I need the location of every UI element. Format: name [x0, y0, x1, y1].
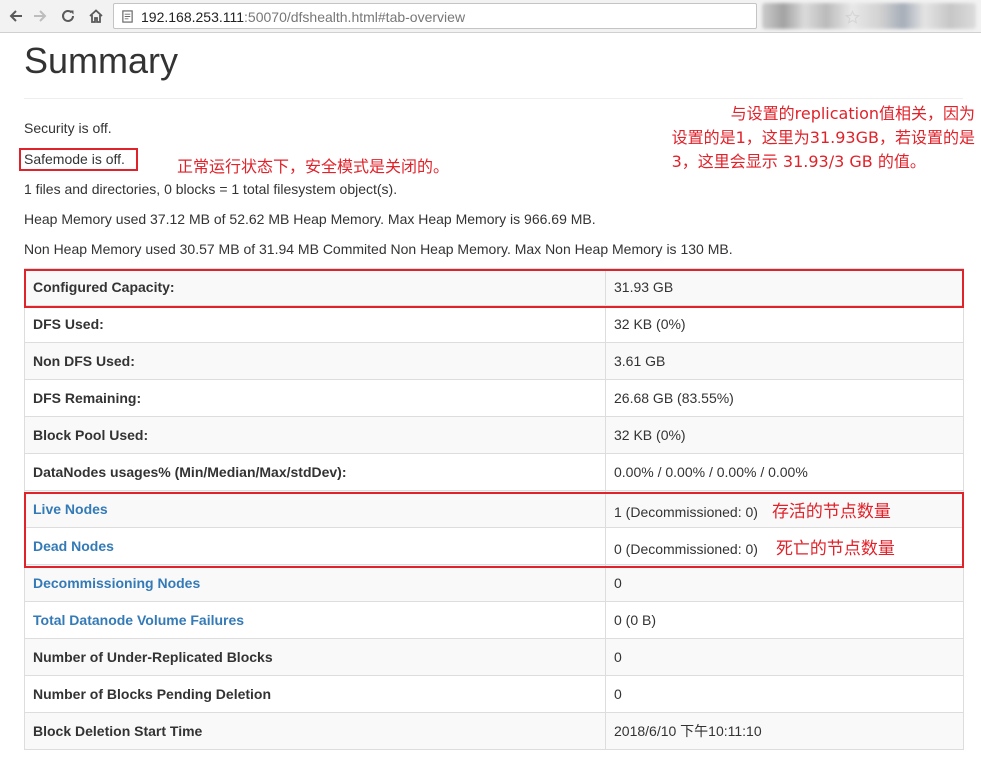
datanodes-usages-value: 0.00% / 0.00% / 0.00% / 0.00%: [605, 453, 964, 491]
table-row: Total Datanode Volume Failures 0 (0 B): [24, 601, 964, 639]
table-row: DataNodes usages% (Min/Median/Max/stdDev…: [24, 453, 964, 491]
dead-nodes-count: 0 (Decommissioned: 0): [614, 540, 758, 557]
table-row: Number of Under-Replicated Blocks 0: [24, 638, 964, 676]
capacity-annotation: 与设置的replication值相关，因为 设置的是1，这里为31.93GB，若…: [672, 102, 975, 174]
volume-failures-cell: Total Datanode Volume Failures: [24, 601, 606, 639]
back-arrow-icon: [9, 10, 22, 22]
capacity-annotation-line-3: 3，这里会显示 31.93/3 GB 的值。: [671, 152, 926, 171]
safemode-highlight-box: [19, 148, 138, 171]
summary-table: Configured Capacity: 31.93 GB DFS Used: …: [24, 268, 964, 750]
volume-failures-link[interactable]: Total Datanode Volume Failures: [33, 612, 244, 628]
table-row: Live Nodes 1 (Decommissioned: 0) 存活的节点数量: [24, 490, 964, 528]
url-text: 192.168.253.111:50070/dfshealth.html#tab…: [141, 9, 465, 25]
pending-deletion-blocks-value: 0: [605, 675, 964, 713]
forward-button[interactable]: [28, 3, 52, 29]
table-row: DFS Used: 32 KB (0%): [24, 305, 964, 343]
live-nodes-annotation: 存活的节点数量: [771, 501, 891, 522]
block-pool-used-value: 32 KB (0%): [605, 416, 964, 454]
table-row: DFS Remaining: 26.68 GB (83.55%): [24, 379, 964, 417]
live-nodes-count: 1 (Decommissioned: 0): [614, 503, 758, 520]
configured-capacity-label: Configured Capacity:: [24, 268, 606, 306]
decommissioning-nodes-cell: Decommissioning Nodes: [24, 564, 606, 602]
dead-nodes-link[interactable]: Dead Nodes: [33, 538, 114, 554]
table-row: Block Deletion Start Time 2018/6/10 下午10…: [24, 712, 964, 750]
volume-failures-value: 0 (0 B): [605, 601, 964, 639]
url-host: 192.168.253.111: [141, 9, 245, 25]
live-nodes-cell: Live Nodes: [24, 490, 606, 528]
dead-nodes-cell: Dead Nodes: [24, 527, 606, 565]
heap-memory: Heap Memory used 37.12 MB of 52.62 MB He…: [24, 211, 596, 227]
table-row: Configured Capacity: 31.93 GB: [24, 268, 964, 306]
dfs-remaining-label: DFS Remaining:: [24, 379, 606, 417]
decommissioning-nodes-link[interactable]: Decommissioning Nodes: [33, 575, 200, 591]
dfs-used-label: DFS Used:: [24, 305, 606, 343]
capacity-annotation-line-2: 设置的是1，这里为31.93GB，若设置的是: [671, 128, 975, 147]
capacity-annotation-line-1: 与设置的replication值相关，因为: [730, 104, 975, 123]
under-replicated-blocks-value: 0: [605, 638, 964, 676]
block-deletion-start-time-value: 2018/6/10 下午10:11:10: [605, 712, 964, 750]
non-dfs-used-value: 3.61 GB: [605, 342, 964, 380]
table-row: Number of Blocks Pending Deletion 0: [24, 675, 964, 713]
configured-capacity-value: 31.93 GB: [605, 268, 964, 306]
home-icon: [89, 9, 103, 23]
forward-arrow-icon: [34, 10, 47, 22]
page-info-icon: [122, 10, 133, 23]
back-button[interactable]: [4, 3, 28, 29]
safemode-annotation: 正常运行状态下，安全模式是关闭的。: [177, 157, 450, 176]
home-button[interactable]: [84, 3, 108, 29]
address-bar[interactable]: 192.168.253.111:50070/dfshealth.html#tab…: [113, 3, 860, 29]
table-row: Block Pool Used: 32 KB (0%): [24, 416, 964, 454]
table-row: Non DFS Used: 3.61 GB: [24, 342, 964, 380]
table-row: Decommissioning Nodes 0: [24, 564, 964, 602]
block-pool-used-label: Block Pool Used:: [24, 416, 606, 454]
non-dfs-used-label: Non DFS Used:: [24, 342, 606, 380]
under-replicated-blocks-label: Number of Under-Replicated Blocks: [24, 638, 606, 676]
decommissioning-nodes-value: 0: [605, 564, 964, 602]
url-path: :50070/dfshealth.html#tab-overview: [244, 9, 466, 25]
filesystem-objects: 1 files and directories, 0 blocks = 1 to…: [24, 181, 398, 197]
blurred-extensions-area: [762, 3, 976, 29]
dead-nodes-annotation: 死亡的节点数量: [775, 538, 895, 559]
table-row: Dead Nodes 0 (Decommissioned: 0) 死亡的节点数量: [24, 527, 964, 565]
live-nodes-link[interactable]: Live Nodes: [33, 501, 108, 517]
browser-toolbar: 192.168.253.111:50070/dfshealth.html#tab…: [0, 0, 981, 33]
dead-nodes-value: 0 (Decommissioned: 0) 死亡的节点数量: [605, 527, 964, 565]
dfs-used-value: 32 KB (0%): [605, 305, 964, 343]
block-deletion-start-time-label: Block Deletion Start Time: [24, 712, 606, 750]
reload-button[interactable]: [56, 3, 80, 29]
live-nodes-value: 1 (Decommissioned: 0) 存活的节点数量: [605, 490, 964, 528]
reload-icon: [62, 9, 74, 22]
page-title: Summary: [24, 40, 179, 81]
security-status: Security is off.: [24, 120, 112, 136]
title-divider: [24, 98, 963, 99]
dfs-remaining-value: 26.68 GB (83.55%): [605, 379, 964, 417]
datanodes-usages-label: DataNodes usages% (Min/Median/Max/stdDev…: [24, 453, 606, 491]
non-heap-memory: Non Heap Memory used 30.57 MB of 31.94 M…: [24, 241, 733, 257]
pending-deletion-blocks-label: Number of Blocks Pending Deletion: [24, 675, 606, 713]
